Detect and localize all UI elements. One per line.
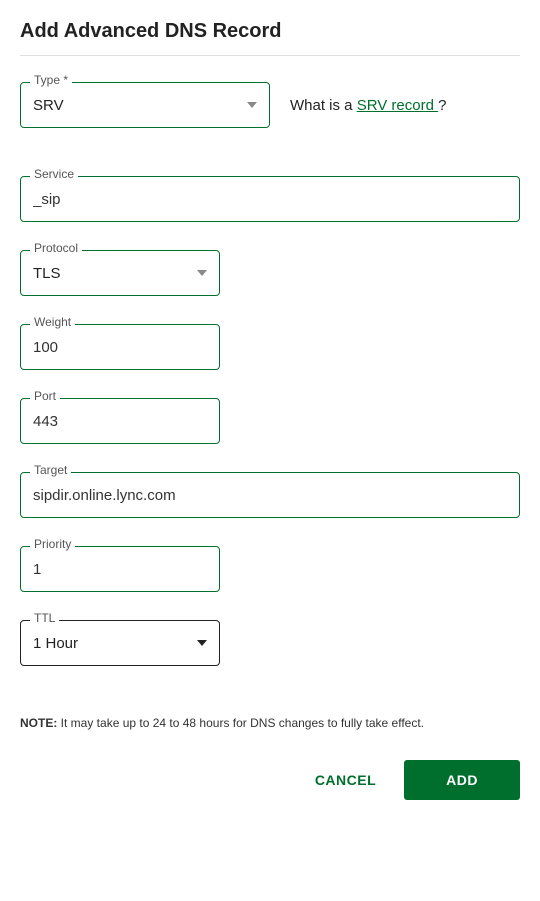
target-input[interactable] [33,487,507,504]
ttl-select[interactable]: 1 Hour [20,620,220,666]
weight-label: Weight [30,316,75,328]
page-title: Add Advanced DNS Record [20,20,520,56]
chevron-down-icon [197,270,207,276]
type-select[interactable]: SRV [20,82,270,128]
whatisa-text: What is a SRV record ? [290,97,446,114]
priority-input[interactable] [33,561,207,578]
priority-label: Priority [30,538,75,550]
protocol-value: TLS [33,265,61,282]
service-label: Service [30,168,78,180]
port-label: Port [30,390,60,402]
cancel-button[interactable]: CANCEL [315,772,376,788]
weight-input[interactable] [33,339,207,356]
chevron-down-icon [197,640,207,646]
protocol-label: Protocol [30,242,82,254]
service-input[interactable] [33,191,507,208]
type-label: Type * [30,74,72,86]
srv-record-link[interactable]: SRV record [357,97,438,114]
ttl-value: 1 Hour [33,635,78,652]
target-label: Target [30,464,71,476]
type-value: SRV [33,97,64,114]
note-text: NOTE: It may take up to 24 to 48 hours f… [20,716,520,730]
ttl-label: TTL [30,612,59,624]
port-input[interactable] [33,413,207,430]
chevron-down-icon [247,102,257,108]
protocol-select[interactable]: TLS [20,250,220,296]
add-button[interactable]: ADD [404,760,520,800]
